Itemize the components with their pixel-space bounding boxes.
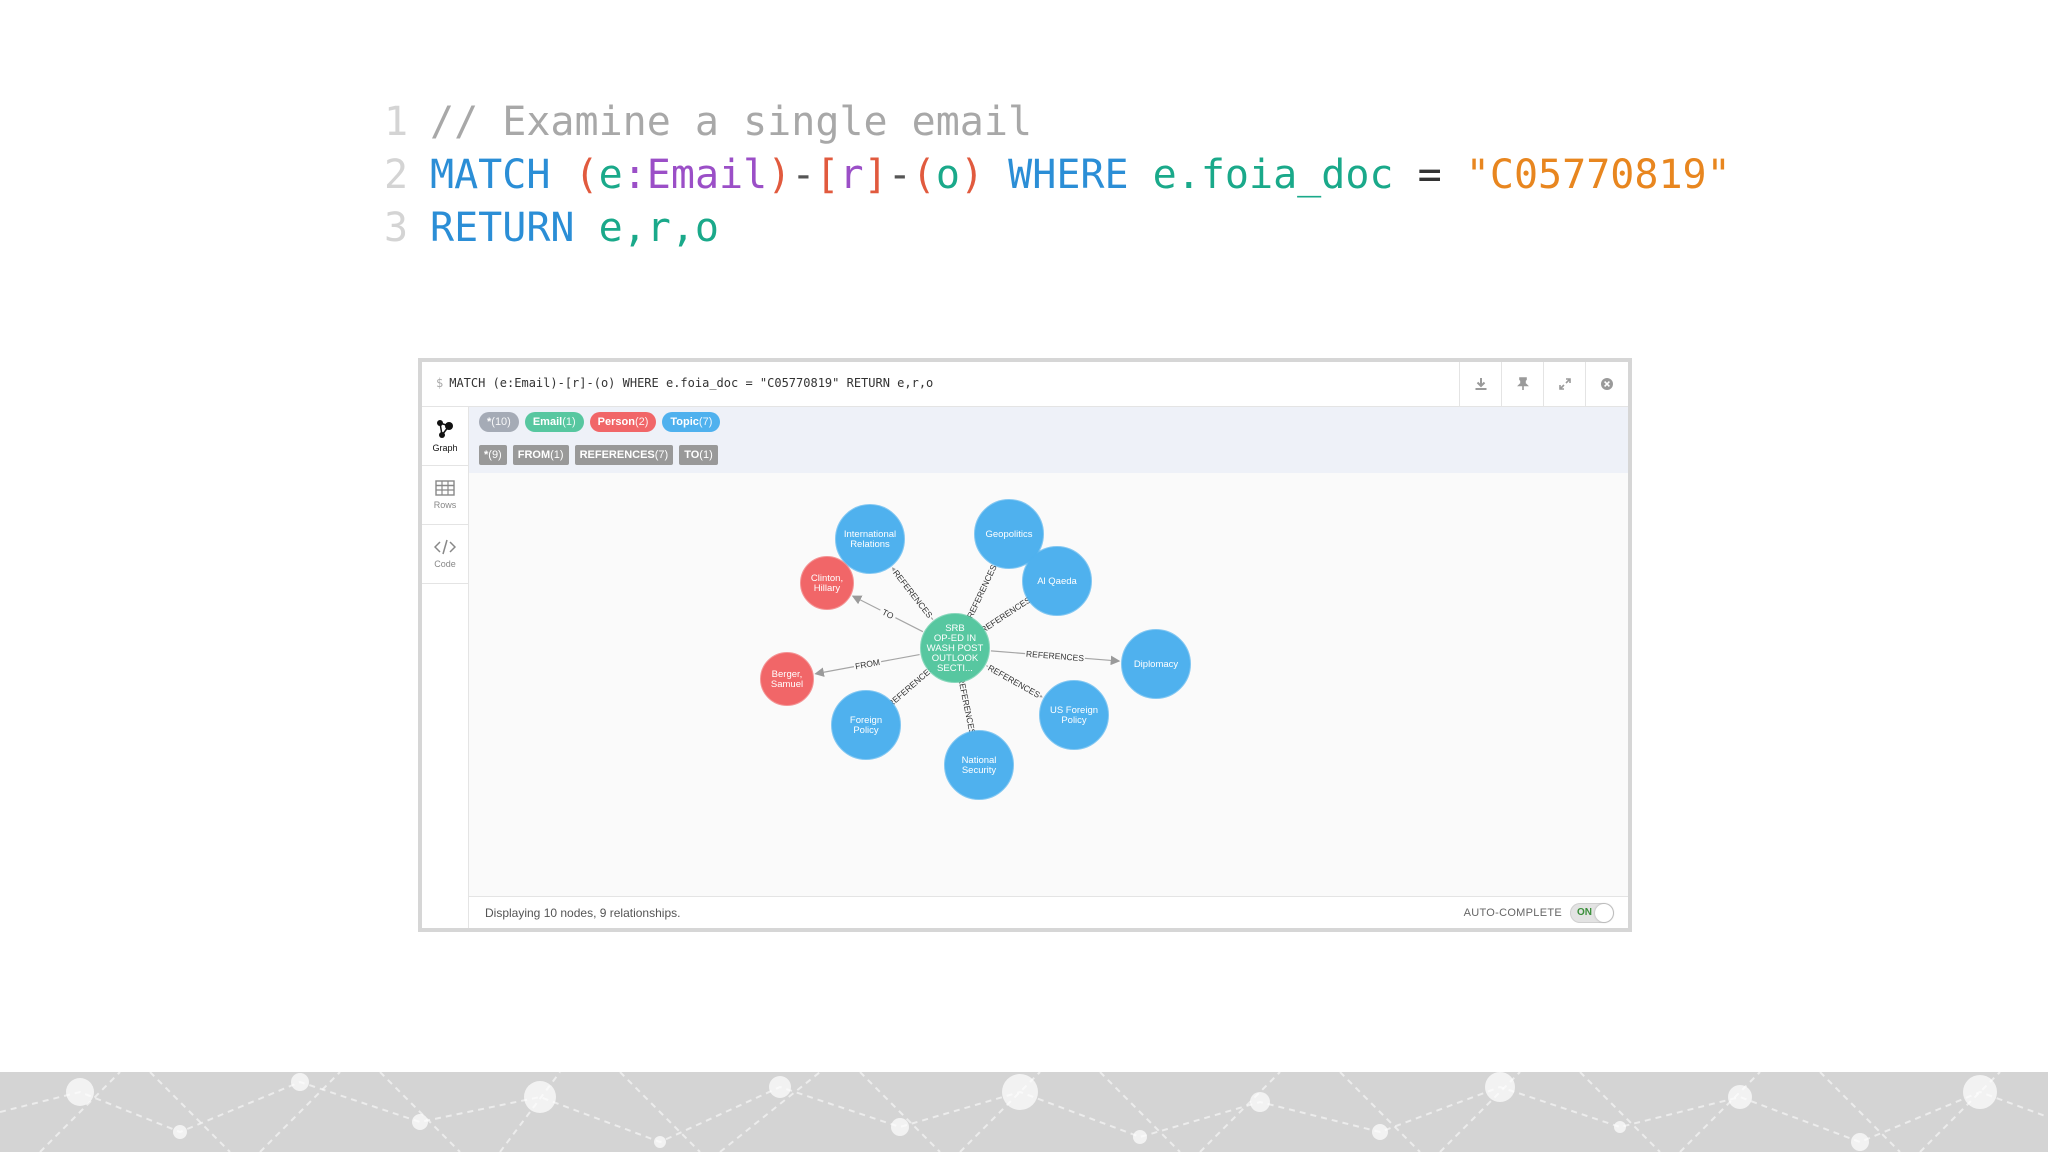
graph-svg[interactable]: REFERENCES REFERENCESREFERENCESREFERENCES…	[469, 473, 1629, 897]
node-ir[interactable]: InternationalRelations	[835, 504, 905, 574]
node-usfp[interactable]: US ForeignPolicy	[1039, 680, 1109, 750]
graph-canvas[interactable]: REFERENCES REFERENCES REFERENCES REFERENCES…	[469, 473, 1628, 897]
node-caption: Policy	[853, 725, 879, 736]
node-caption: Policy	[1061, 715, 1087, 726]
node-caption: Geopolitics	[986, 529, 1033, 540]
frame-footer: Displaying 10 nodes, 9 relationships. AU…	[469, 896, 1628, 928]
node-fp[interactable]: ForeignPolicy	[831, 690, 901, 760]
fullscreen-button[interactable]	[1543, 362, 1586, 406]
relationship-label: REFERENCES	[986, 663, 1042, 700]
property-foia-doc: e.foia_doc	[1152, 152, 1394, 198]
node-aq[interactable]: Al Qaeda	[1022, 546, 1092, 616]
equals-operator: =	[1417, 152, 1442, 198]
dash: -	[887, 152, 912, 198]
node-ch[interactable]: Clinton,Hillary	[800, 556, 854, 610]
close-icon	[1601, 378, 1613, 390]
return-variables: e,r,o	[598, 205, 720, 251]
line-number: 2	[384, 152, 409, 198]
graph-view-label: Graph	[432, 443, 458, 453]
code-line-3: 3 RETURN e,r,o	[384, 202, 1731, 255]
string-literal: "C05770819"	[1465, 152, 1731, 198]
node-dip[interactable]: Diplomacy	[1121, 629, 1191, 699]
view-sidebar: Graph Rows Code	[422, 407, 469, 928]
status-text: Displaying 10 nodes, 9 relationships.	[485, 906, 681, 920]
autocomplete-label: AUTO-COMPLETE	[1463, 907, 1562, 919]
legend-panel: *(10) Email(1) Person(2) Topic(7) *(9) F…	[469, 407, 1628, 473]
node-label-all[interactable]: *(10)	[479, 412, 519, 432]
rows-view-button[interactable]: Rows	[422, 466, 468, 525]
rel-types-row: *(9) FROM(1) REFERENCES(7) TO(1)	[479, 445, 718, 465]
node-label-person[interactable]: Person(2)	[589, 412, 657, 432]
keyword-return: RETURN	[430, 205, 575, 251]
code-line-2: 2 MATCH (e: Email) -[r] -(o) WHERE e.foia_d…	[384, 149, 1731, 202]
relationship-label: REFERENCES	[965, 563, 999, 620]
node-caption: Relations	[850, 539, 890, 550]
query-text: MATCH (e:Email)-[r]-(o) WHERE e.foia_doc…	[449, 376, 934, 390]
rel-type-to[interactable]: TO(1)	[679, 445, 718, 465]
node-label-email[interactable]: Email(1)	[524, 412, 584, 432]
pin-button[interactable]	[1501, 362, 1544, 406]
node-caption: Hillary	[814, 583, 841, 594]
keyword-where: WHERE	[1008, 152, 1129, 198]
result-frame: $ MATCH (e:Email)-[r]-(o) WHERE e.foia_do…	[418, 358, 1632, 932]
expand-icon	[1559, 378, 1571, 390]
node-caption: Security	[962, 765, 997, 776]
graph-view-button[interactable]: Graph	[422, 407, 468, 466]
rel-type-all[interactable]: *(9)	[479, 445, 507, 465]
close-frame-button[interactable]	[1585, 362, 1628, 406]
paren-open: (	[911, 152, 936, 198]
autocomplete-toggle[interactable]: ON	[1570, 903, 1614, 923]
frame-query[interactable]: $ MATCH (e:Email)-[r]-(o) WHERE e.foia_do…	[436, 376, 933, 390]
bracket-close: ]	[863, 152, 888, 198]
line-number: 1	[384, 99, 409, 145]
variable-r: r	[839, 152, 864, 198]
bracket-open: [	[815, 152, 840, 198]
prompt-symbol: $	[436, 376, 444, 390]
rel-type-references[interactable]: REFERENCES(7)	[574, 445, 674, 465]
variable-o: o	[935, 152, 960, 198]
code-view-label: Code	[434, 559, 456, 569]
code-comment: // Examine a single email	[430, 99, 1033, 145]
node-email-center[interactable]: SRBOP-ED INWASH POSTOUTLOOKSECTI...	[920, 613, 990, 683]
pin-icon	[1517, 377, 1529, 390]
table-icon	[435, 480, 455, 496]
relationship-label: REFERENCES	[979, 594, 1033, 634]
download-button[interactable]	[1459, 362, 1502, 406]
relationship-label: FROM	[854, 657, 880, 671]
node-caption: Al Qaeda	[1037, 576, 1077, 587]
code-line-1: 1 // Examine a single email	[384, 96, 1731, 149]
node-labels-row: *(10) Email(1) Person(2) Topic(7)	[479, 412, 721, 432]
toggle-state: ON	[1577, 907, 1592, 918]
code-icon	[434, 539, 456, 555]
paren-close: )	[767, 152, 792, 198]
keyword-match: MATCH	[430, 152, 551, 198]
code-view-button[interactable]: Code	[422, 525, 468, 584]
paren-close: )	[959, 152, 985, 198]
dash: -	[791, 152, 816, 198]
cypher-code-block: 1 // Examine a single email 2 MATCH (e: E…	[384, 96, 1731, 255]
line-number: 3	[384, 205, 409, 251]
graph-icon	[437, 420, 453, 438]
download-icon	[1475, 378, 1487, 390]
decorative-network-band	[0, 1072, 2048, 1152]
variable-e: e	[598, 152, 623, 198]
label-colon: :	[622, 152, 647, 198]
frame-header: $ MATCH (e:Email)-[r]-(o) WHERE e.foia_do…	[422, 362, 1628, 407]
relationship-label: REFERENCES	[956, 677, 978, 736]
node-caption: Samuel	[771, 679, 803, 690]
node-label-topic[interactable]: Topic(7)	[662, 412, 721, 432]
node-caption: Diplomacy	[1134, 659, 1179, 670]
toggle-knob	[1595, 904, 1613, 922]
node-caption: SECTI...	[937, 663, 973, 674]
node-ns[interactable]: NationalSecurity	[944, 730, 1014, 800]
rows-view-label: Rows	[433, 500, 457, 510]
node-bs[interactable]: Berger,Samuel	[760, 652, 814, 706]
label-email: Email	[646, 152, 768, 198]
rel-type-from[interactable]: FROM(1)	[512, 445, 569, 465]
autocomplete-control: AUTO-COMPLETE ON	[1464, 903, 1614, 923]
network-pattern-graphic	[0, 1072, 2048, 1152]
paren-open: (	[574, 152, 599, 198]
